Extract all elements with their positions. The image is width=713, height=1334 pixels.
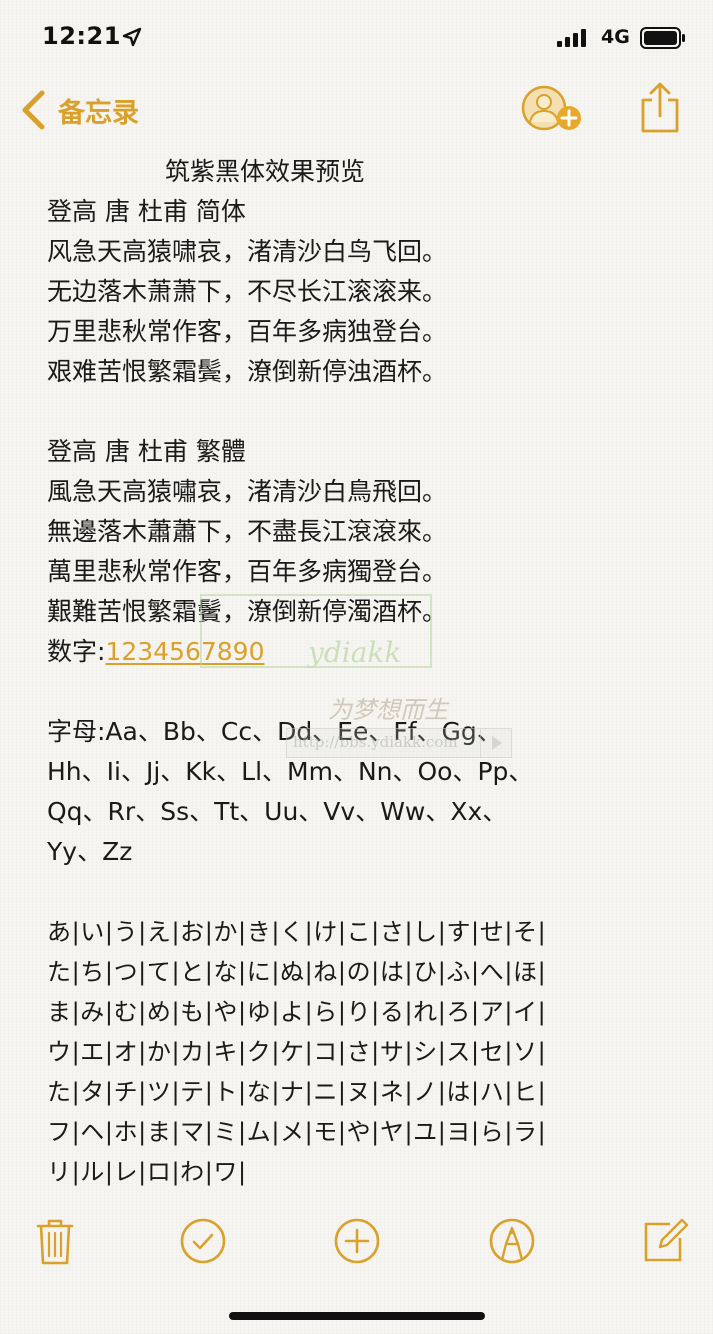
letters-line: Yy、Zz [47, 837, 133, 866]
poem-line: 萬里悲秋常作客，百年多病獨登台。 [47, 557, 448, 586]
kana-line: ま|み|む|め|も|や|ゆ|よ|ら|り|る|れ|ろ|ア|イ| [47, 998, 547, 1026]
kana-line: ウ|エ|オ|か|カ|キ|ク|ケ|コ|さ|サ|シ|ス|セ|ソ| [47, 1038, 547, 1066]
letters-line: Qq、Rr、Ss、Tt、Uu、Vv、Ww、Xx、 [47, 797, 508, 826]
kana-line: あ|い|う|え|お|か|き|く|け|こ|さ|し|す|せ|そ| [47, 918, 547, 946]
kana-line: リ|ル|レ|ロ|わ|ワ| [47, 1158, 247, 1186]
pen-circle-icon[interactable] [487, 1216, 537, 1266]
kana-line: た|ち|つ|て|と|な|に|ぬ|ね|の|は|ひ|ふ|へ|ほ| [47, 958, 547, 986]
chevron-left-icon [22, 90, 45, 130]
trash-icon[interactable] [30, 1216, 80, 1266]
network-type: 4G [601, 26, 630, 48]
plus-circle-icon[interactable] [332, 1216, 382, 1266]
poem-line: 艱難苦恨繁霜鬢，潦倒新停濁酒杯。 [47, 597, 448, 626]
poem-line: 无边落木萧萧下，不尽长江滚滚来。 [47, 277, 448, 306]
home-indicator[interactable] [229, 1312, 485, 1320]
location-arrow-icon [122, 27, 142, 47]
letters-line: Hh、Ii、Jj、Kk、Ll、Mm、Nn、Oo、Pp、 [47, 757, 534, 786]
status-time: 12:21 [42, 22, 121, 50]
simplified-heading: 登高 唐 杜甫 简体 [47, 197, 246, 226]
back-button[interactable]: 备忘录 [20, 86, 139, 134]
traditional-heading: 登高 唐 杜甫 繁體 [47, 437, 246, 466]
poem-line: 艰难苦恨繁霜鬓，潦倒新停浊酒杯。 [47, 357, 448, 386]
digits-phone-link[interactable]: 1234567890 [105, 637, 264, 666]
poem-line: 万里悲秋常作客，百年多病独登台。 [47, 317, 448, 346]
kana-line: た|タ|チ|ツ|テ|ト|な|ナ|ニ|ヌ|ネ|ノ|は|ハ|ヒ| [47, 1078, 547, 1106]
letters-line: 字母:Aa、Bb、Cc、Dd、Ee、Ff、Gg、 [47, 717, 502, 746]
poem-line: 风急天高猿啸哀，渚清沙白鸟飞回。 [47, 237, 448, 266]
poem-line: 無邊落木蕭蕭下，不盡長江滾滾來。 [47, 517, 448, 546]
compose-icon[interactable] [640, 1216, 690, 1266]
back-label: 备忘录 [58, 97, 139, 129]
cellular-signal-icon [557, 29, 586, 47]
add-people-icon[interactable] [520, 84, 586, 134]
poem-line: 風急天高猿嘯哀，渚清沙白鳥飛回。 [47, 477, 448, 506]
kana-line: フ|ヘ|ホ|ま|マ|ミ|ム|メ|モ|や|ヤ|ユ|ヨ|ら|ラ| [47, 1118, 547, 1146]
share-icon[interactable] [638, 82, 682, 134]
status-bar: 12:21 4G [0, 0, 713, 76]
battery-icon [640, 27, 685, 49]
note-body[interactable]: 筑紫黑体效果预览 登高 唐 杜甫 简体 风急天高猿啸哀，渚清沙白鸟飞回。 无边落… [47, 152, 677, 1192]
checkmark-circle-icon[interactable] [178, 1216, 228, 1266]
note-title: 筑紫黑体效果预览 [165, 157, 366, 186]
digits-line: 数字:1234567890 [47, 632, 677, 672]
navigation-bar: 备忘录 [0, 80, 713, 140]
digits-label: 数字: [47, 637, 106, 666]
bottom-toolbar [0, 1210, 713, 1274]
